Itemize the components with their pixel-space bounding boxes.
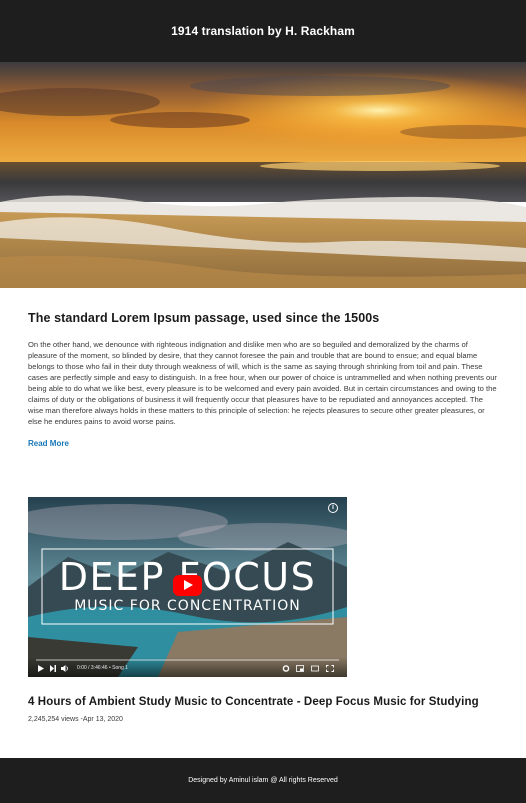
settings-icon[interactable] (282, 665, 290, 672)
fullscreen-icon[interactable] (326, 665, 334, 672)
progress-bar[interactable] (36, 659, 339, 661)
article-body: On the other hand, we denounce with righ… (28, 340, 497, 426)
volume-icon[interactable] (61, 665, 69, 672)
info-icon[interactable]: i (328, 503, 338, 513)
play-button[interactable] (173, 575, 202, 596)
next-icon[interactable] (49, 665, 57, 672)
site-header: 1914 translation by H. Rackham (0, 0, 526, 62)
video-player[interactable]: DEEP FOCUS MUSIC FOR CONCENTRATION i 0:0… (28, 497, 347, 677)
video-controls: 0:00 / 3:46:46 • Song 1 (28, 657, 347, 677)
footer-text: Designed by Aminul islam @ All rights Re… (188, 777, 338, 784)
thumbnail-subtitle: MUSIC FOR CONCENTRATION (74, 598, 301, 614)
article-title: The standard Lorem Ipsum passage, used s… (28, 311, 380, 325)
theater-mode-icon[interactable] (311, 665, 319, 672)
read-more-link[interactable]: Read More (28, 439, 69, 448)
article: The standard Lorem Ipsum passage, used s… (28, 311, 498, 451)
miniplayer-icon[interactable] (296, 665, 304, 672)
video-time: 0:00 / 3:46:46 • Song 1 (77, 665, 128, 671)
video-title[interactable]: 4 Hours of Ambient Study Music to Concen… (28, 696, 508, 708)
play-icon[interactable] (37, 665, 45, 672)
video-meta: 2,245,254 views -Apr 13, 2020 (28, 716, 123, 723)
site-footer: Designed by Aminul islam @ All rights Re… (0, 758, 526, 803)
hero-image (0, 62, 526, 288)
header-title: 1914 translation by H. Rackham (171, 24, 355, 38)
